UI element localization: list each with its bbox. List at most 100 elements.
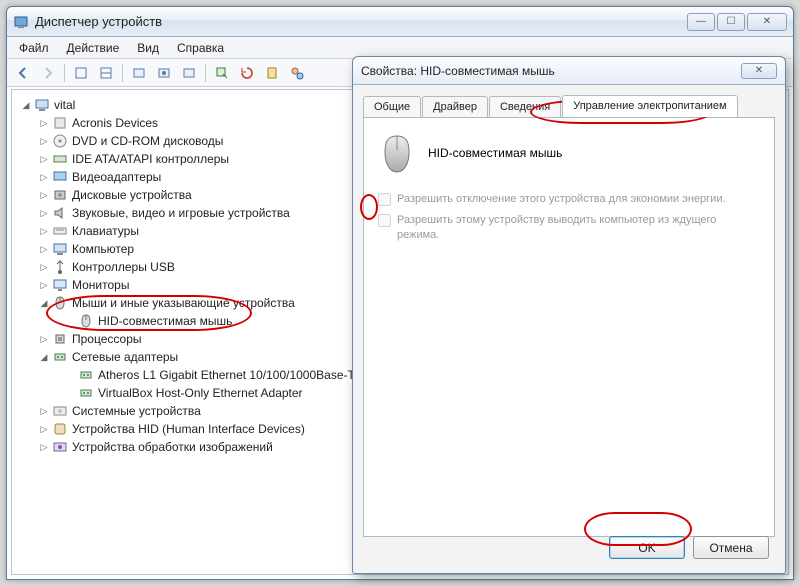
sound-icon — [52, 205, 68, 221]
checkbox-allow-power-off-input — [378, 193, 391, 206]
hid-icon — [52, 421, 68, 437]
expander-icon[interactable]: ▷ — [38, 135, 50, 147]
menu-file[interactable]: Файл — [11, 39, 57, 57]
checkbox-allow-wake: Разрешить этому устройству выводить комп… — [378, 213, 760, 243]
net-icon — [52, 349, 68, 365]
disk-icon — [52, 187, 68, 203]
maximize-button[interactable]: ☐ — [717, 13, 745, 31]
expander-icon[interactable]: ◢ — [38, 297, 50, 309]
tree-item-label: Сетевые адаптеры — [72, 350, 178, 364]
expander-icon[interactable] — [64, 387, 76, 399]
imaging-icon — [52, 439, 68, 455]
tree-item-label: Компьютер — [72, 242, 134, 256]
tab-power-management[interactable]: Управление электропитанием — [562, 95, 737, 117]
tab-general[interactable]: Общие — [363, 96, 421, 118]
tree-item-label: Дисковые устройства — [72, 188, 192, 202]
back-button[interactable] — [11, 62, 35, 84]
usb-icon — [52, 259, 68, 275]
properties-dialog: Свойства: HID-совместимая мышь ✕ Общие Д… — [352, 56, 786, 574]
titlebar[interactable]: Диспетчер устройств — ☐ ✕ — [7, 7, 793, 37]
tree-item-label: Системные устройства — [72, 404, 201, 418]
expander-icon[interactable]: ▷ — [38, 279, 50, 291]
cpu-icon — [52, 331, 68, 347]
checkbox-allow-wake-input — [378, 214, 391, 227]
mouse-icon — [78, 313, 94, 329]
tool-btn-2[interactable] — [94, 62, 118, 84]
dialog-titlebar[interactable]: Свойства: HID-совместимая мышь ✕ — [353, 57, 785, 85]
tree-item-label: Устройства обработки изображений — [72, 440, 273, 454]
tool-properties-icon[interactable] — [285, 62, 309, 84]
expander-icon[interactable]: ▷ — [38, 153, 50, 165]
expander-icon[interactable]: ▷ — [38, 225, 50, 237]
menu-action[interactable]: Действие — [59, 39, 128, 57]
expander-icon[interactable]: ▷ — [38, 405, 50, 417]
tree-item-label: Мониторы — [72, 278, 129, 292]
expander-icon[interactable] — [64, 315, 76, 327]
keyboard-icon — [52, 223, 68, 239]
minimize-button[interactable]: — — [687, 13, 715, 31]
tree-item-label: Устройства HID (Human Interface Devices) — [72, 422, 305, 436]
tree-item-label: Процессоры — [72, 332, 142, 346]
net-icon — [78, 385, 94, 401]
ide-icon — [52, 151, 68, 167]
tree-item-label: Звуковые, видео и игровые устройства — [72, 206, 290, 220]
cancel-button[interactable]: Отмена — [693, 536, 769, 559]
computer-icon — [34, 97, 50, 113]
checkbox-allow-wake-label: Разрешить этому устройству выводить комп… — [397, 213, 760, 243]
display-icon — [52, 169, 68, 185]
mouse-icon — [52, 295, 68, 311]
device-name: HID-совместимая мышь — [428, 146, 562, 160]
tree-item-label: Atheros L1 Gigabit Ethernet 10/100/1000B… — [98, 368, 367, 382]
tool-btn-5[interactable] — [177, 62, 201, 84]
net-icon — [78, 367, 94, 383]
app-icon — [13, 14, 29, 30]
mouse-icon — [378, 132, 416, 174]
dialog-title: Свойства: HID-совместимая мышь — [361, 64, 741, 78]
dialog-buttons: OK Отмена — [609, 536, 769, 559]
tree-item-label: Видеоадаптеры — [72, 170, 161, 184]
computer-icon — [52, 241, 68, 257]
tab-details[interactable]: Сведения — [489, 96, 561, 118]
expander-icon[interactable]: ▷ — [38, 261, 50, 273]
monitor-icon — [52, 277, 68, 293]
system-icon — [52, 403, 68, 419]
tree-item-label: HID-совместимая мышь — [98, 314, 232, 328]
tree-item-label: vital — [54, 98, 75, 112]
disc-icon — [52, 133, 68, 149]
expander-icon[interactable]: ◢ — [38, 351, 50, 363]
tree-item-label: VirtualBox Host-Only Ethernet Adapter — [98, 386, 303, 400]
tree-item-label: Клавиатуры — [72, 224, 139, 238]
menu-help[interactable]: Справка — [169, 39, 232, 57]
device-header: HID-совместимая мышь — [378, 132, 760, 174]
checkbox-allow-power-off-label: Разрешить отключение этого устройства дл… — [397, 192, 726, 207]
close-button[interactable]: ✕ — [747, 13, 787, 31]
tree-item-label: DVD и CD-ROM дисководы — [72, 134, 223, 148]
expander-icon[interactable]: ◢ — [20, 99, 32, 111]
tool-btn-1[interactable] — [69, 62, 93, 84]
menu-view[interactable]: Вид — [129, 39, 167, 57]
tool-scan-icon[interactable] — [210, 62, 234, 84]
expander-icon[interactable]: ▷ — [38, 189, 50, 201]
tree-item-label: Мыши и иные указывающие устройства — [72, 296, 295, 310]
tool-btn-3[interactable] — [127, 62, 151, 84]
window-controls: — ☐ ✕ — [687, 13, 787, 31]
expander-icon[interactable]: ▷ — [38, 243, 50, 255]
tree-item-label: Acronis Devices — [72, 116, 158, 130]
tool-btn-4[interactable] — [152, 62, 176, 84]
ok-button[interactable]: OK — [609, 536, 685, 559]
expander-icon[interactable]: ▷ — [38, 117, 50, 129]
tab-driver[interactable]: Драйвер — [422, 96, 488, 118]
window-title: Диспетчер устройств — [35, 14, 687, 29]
tree-item-label: Контроллеры USB — [72, 260, 175, 274]
expander-icon[interactable]: ▷ — [38, 333, 50, 345]
forward-button[interactable] — [36, 62, 60, 84]
expander-icon[interactable]: ▷ — [38, 423, 50, 435]
dialog-close-button[interactable]: ✕ — [741, 63, 777, 79]
expander-icon[interactable] — [64, 369, 76, 381]
expander-icon[interactable]: ▷ — [38, 207, 50, 219]
expander-icon[interactable]: ▷ — [38, 441, 50, 453]
tool-update-icon[interactable] — [235, 62, 259, 84]
expander-icon[interactable]: ▷ — [38, 171, 50, 183]
tool-uninstall-icon[interactable] — [260, 62, 284, 84]
tree-item-label: IDE ATA/ATAPI контроллеры — [72, 152, 229, 166]
